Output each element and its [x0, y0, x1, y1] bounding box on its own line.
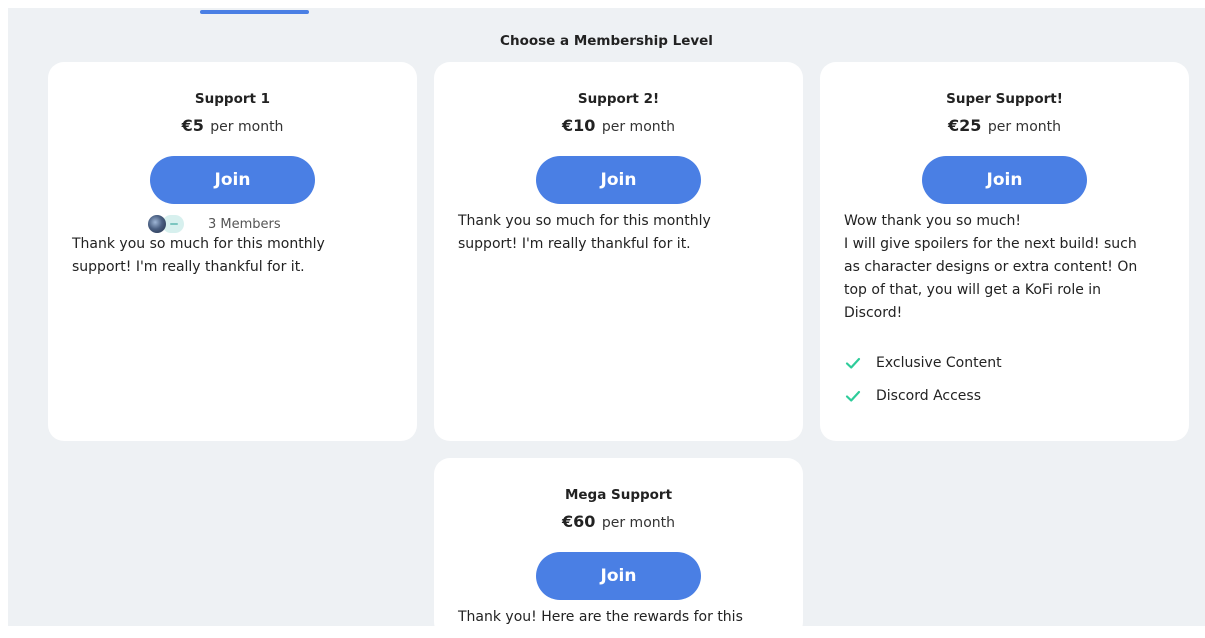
section-title: Choose a Membership Level [500, 33, 713, 49]
join-button[interactable]: Join [536, 552, 701, 600]
description-line: as character designs or extra content! O… [844, 259, 1138, 275]
check-icon [845, 390, 861, 402]
price-period: per month [601, 119, 675, 135]
description-line: top of that, you will get a KoFi role in [844, 282, 1102, 298]
tier-description: Thank you so much for this monthly suppo… [458, 210, 783, 256]
perk-item: Exclusive Content [844, 346, 1002, 379]
tier-price: €10 per month [434, 116, 803, 135]
tier-name: Super Support! [946, 91, 1063, 107]
description-line: Thank you so much for this monthly [458, 213, 711, 229]
member-summary: 3 Members [148, 214, 281, 234]
perk-list: Exclusive Content Discord Access [844, 346, 1002, 412]
join-button[interactable]: Join [150, 156, 315, 204]
price-period: per month [210, 119, 284, 135]
join-button[interactable]: Join [536, 156, 701, 204]
perk-label: Exclusive Content [876, 354, 1002, 371]
tier-name: Support 1 [194, 91, 271, 107]
price-amount: €10 [561, 116, 596, 135]
check-icon [845, 357, 861, 369]
tier-card-mega-support: Mega Support €60 per month Join Thank yo… [434, 458, 803, 638]
description-line: Discord! [844, 305, 903, 321]
tier-description: Wow thank you so much! I will give spoil… [844, 210, 1169, 325]
description-line: support! I'm really thankful for it. [72, 259, 305, 275]
tier-description: Thank you so much for this monthly suppo… [72, 233, 397, 279]
tier-price: €5 per month [48, 116, 417, 135]
price-amount: €60 [561, 512, 596, 531]
member-count: 3 Members [208, 216, 281, 232]
member-avatar [148, 215, 166, 233]
active-tab-indicator [200, 10, 309, 14]
description-line: support! I'm really thankful for it. [458, 236, 691, 252]
tier-name: Support 2! [577, 91, 660, 107]
tier-price: €25 per month [820, 116, 1189, 135]
tier-card-support-1: Support 1 €5 per month Join 3 Members Th… [48, 62, 417, 441]
join-button[interactable]: Join [922, 156, 1087, 204]
description-line: Thank you so much for this monthly [72, 236, 325, 252]
price-amount: €25 [947, 116, 982, 135]
tier-card-support-2: Support 2! €10 per month Join Thank you … [434, 62, 803, 441]
membership-page: Choose a Membership Level Support 1 €5 p… [8, 8, 1205, 638]
price-period: per month [987, 119, 1061, 135]
price-amount: €5 [181, 116, 204, 135]
perk-label: Discord Access [876, 387, 981, 404]
description-line: Wow thank you so much! [844, 213, 1022, 229]
tier-card-super-support: Super Support! €25 per month Join Wow th… [820, 62, 1189, 441]
tier-name: Mega Support [564, 487, 673, 503]
price-period: per month [601, 515, 675, 531]
tier-price: €60 per month [434, 512, 803, 531]
description-line: I will give spoilers for the next build!… [844, 236, 1137, 252]
perk-item: Discord Access [844, 379, 1002, 412]
